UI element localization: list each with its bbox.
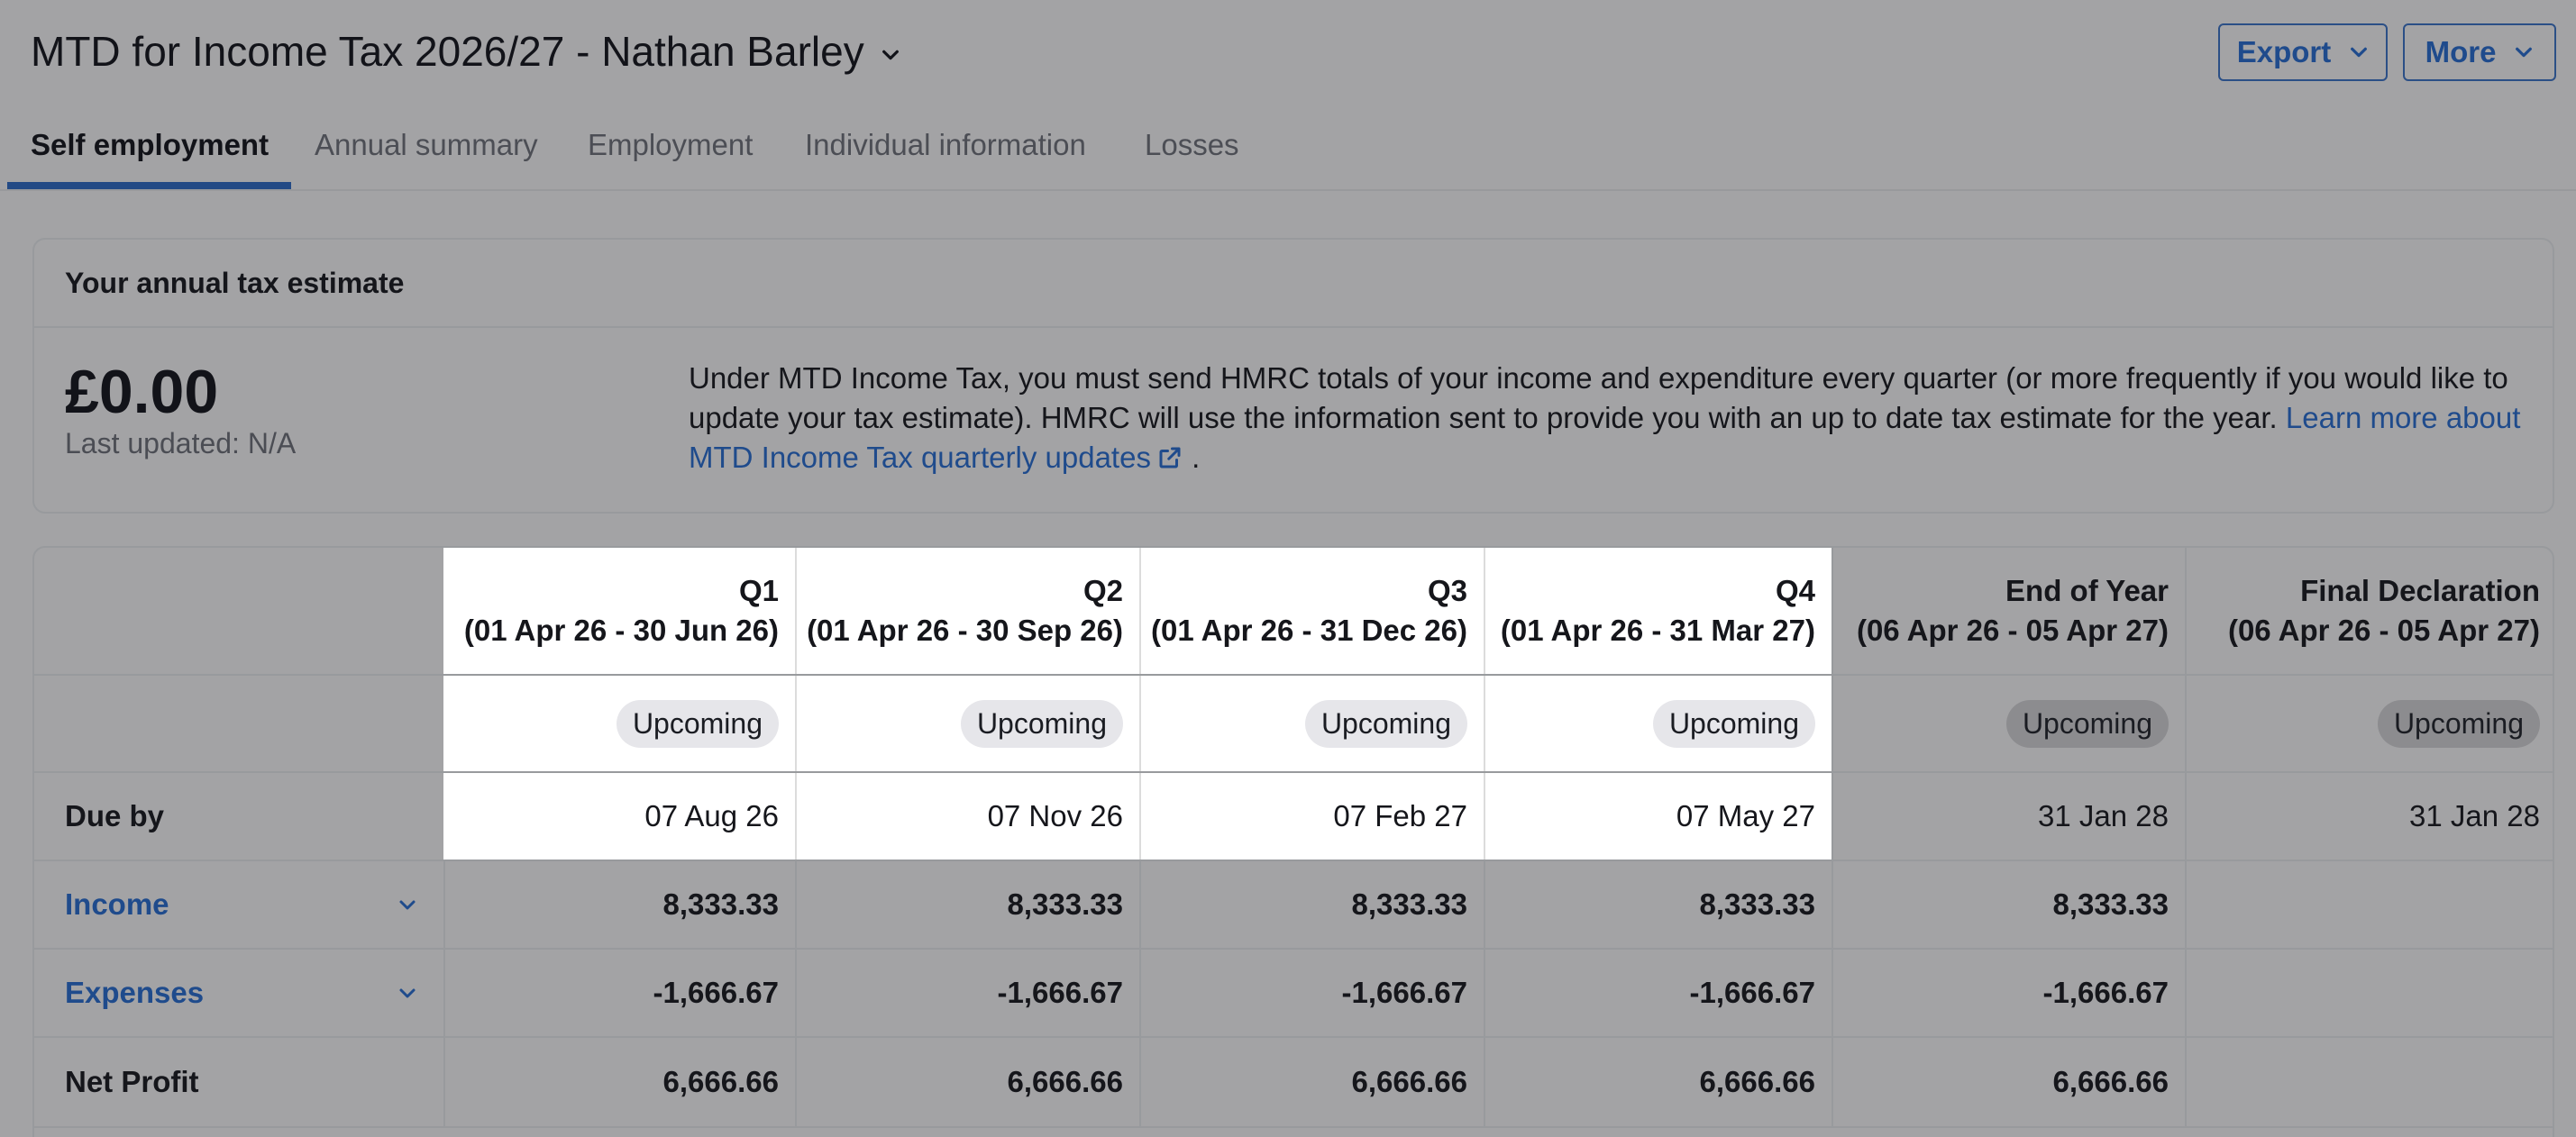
status-cell-q2: Upcoming (795, 676, 1139, 771)
income-row: Income 8,333.33 8,333.33 8,333.33 8,333.… (34, 861, 2553, 950)
export-button-label: Export (2236, 35, 2332, 68)
column-header-q3: Q3 (01 Apr 26 - 31 Dec 26) (1139, 548, 1484, 674)
chevron-down-icon (2351, 47, 2368, 58)
table-header-row: Q1 (01 Apr 26 - 30 Jun 26) Q2 (01 Apr 26… (34, 548, 2553, 676)
page-title[interactable]: MTD for Income Tax 2026/27 - Nathan Barl… (31, 27, 900, 76)
export-button[interactable]: Export (2218, 23, 2388, 81)
tax-estimate-last-updated: Last updated: N/A (65, 427, 297, 459)
net-profit-row: Net Profit 6,666.66 6,666.66 6,666.66 6,… (34, 1038, 2553, 1128)
tab-bar: Self employment Annual summary Employmen… (0, 117, 2576, 191)
tax-estimate-card: Your annual tax estimate £0.00 Last upda… (32, 238, 2554, 514)
net-profit-final-declaration (2185, 1038, 2553, 1126)
net-profit-q4: 6,666.66 (1484, 1038, 1832, 1126)
column-period: (01 Apr 26 - 31 Dec 26) (1151, 614, 1467, 647)
net-profit-end-of-year: 6,666.66 (1832, 1038, 2185, 1126)
income-q2: 8,333.33 (795, 861, 1139, 948)
status-badge: Upcoming (2005, 699, 2169, 748)
status-cell-q4: Upcoming (1484, 676, 1832, 771)
status-cell-q1: Upcoming (443, 676, 795, 771)
column-period: (06 Apr 26 - 05 Apr 27) (1856, 614, 2169, 647)
income-end-of-year: 8,333.33 (1832, 861, 2185, 948)
tax-estimate-description: Under MTD Income Tax, you must send HMRC… (689, 359, 2536, 478)
active-tab-indicator (7, 182, 291, 189)
income-q3: 8,333.33 (1139, 861, 1484, 948)
table-header-empty (34, 548, 443, 674)
tab-annual-summary[interactable]: Annual summary (315, 117, 538, 191)
column-title: Q4 (1775, 574, 1815, 607)
chevron-down-icon (2516, 47, 2533, 58)
column-title: Final Declaration (2300, 574, 2540, 607)
page-title-text: MTD for Income Tax 2026/27 - Nathan Barl… (31, 28, 864, 75)
income-label: Income (65, 887, 169, 921)
due-date-q2: 07 Nov 26 (795, 773, 1139, 860)
status-badge: Upcoming (1652, 699, 1815, 748)
status-row: Upcoming Upcoming Upcoming Upcoming Upco… (34, 676, 2553, 773)
external-link-icon (1159, 447, 1181, 468)
expenses-label: Expenses (65, 976, 205, 1009)
due-by-label: Due by (65, 799, 165, 832)
column-title: End of Year (2005, 574, 2169, 607)
status-row-label (34, 676, 443, 771)
due-date-q3: 07 Feb 27 (1139, 773, 1484, 860)
expenses-q4: -1,666.67 (1484, 950, 1832, 1036)
due-date-q4: 07 May 27 (1484, 773, 1832, 860)
due-date-end-of-year: 31 Jan 28 (1832, 773, 2185, 860)
description-text: Under MTD Income Tax, you must send HMRC… (689, 361, 2508, 434)
column-header-final-declaration: Final Declaration (06 Apr 26 - 05 Apr 27… (2185, 548, 2553, 674)
tax-estimate-heading: Your annual tax estimate (34, 240, 2553, 328)
column-period: (06 Apr 26 - 05 Apr 27) (2227, 614, 2540, 647)
expenses-end-of-year: -1,666.67 (1832, 950, 2185, 1036)
expenses-expand-toggle[interactable]: Expenses (34, 950, 443, 1036)
income-q4: 8,333.33 (1484, 861, 1832, 948)
chevron-down-icon (399, 900, 416, 910)
chevron-down-icon (399, 988, 416, 998)
net-profit-label: Net Profit (65, 1065, 199, 1098)
tab-individual-information[interactable]: Individual information (805, 117, 1086, 191)
tab-self-employment[interactable]: Self employment (31, 117, 269, 191)
column-period: (01 Apr 26 - 31 Mar 27) (1500, 614, 1815, 647)
expenses-q2: -1,666.67 (795, 950, 1139, 1036)
column-header-q2: Q2 (01 Apr 26 - 30 Sep 26) (795, 548, 1139, 674)
column-title: Q3 (1427, 574, 1467, 607)
status-cell-end-of-year: Upcoming (1832, 676, 2185, 771)
more-button-label: More (2425, 35, 2497, 68)
column-header-q1: Q1 (01 Apr 26 - 30 Jun 26) (443, 548, 795, 674)
quarterly-table: Q1 (01 Apr 26 - 30 Jun 26) Q2 (01 Apr 26… (32, 546, 2554, 1137)
column-header-end-of-year: End of Year (06 Apr 26 - 05 Apr 27) (1832, 548, 2185, 674)
expenses-q1: -1,666.67 (443, 950, 795, 1036)
column-header-q4: Q4 (01 Apr 26 - 31 Mar 27) (1484, 548, 1832, 674)
tax-estimate-amount: £0.00 (65, 358, 219, 426)
expenses-final-declaration (2185, 950, 2553, 1036)
more-button[interactable]: More (2403, 23, 2556, 81)
status-badge: Upcoming (960, 699, 1123, 748)
status-cell-final-declaration: Upcoming (2185, 676, 2553, 771)
due-date-q1: 07 Aug 26 (443, 773, 795, 860)
due-by-row: Due by 07 Aug 26 07 Nov 26 07 Feb 27 07 … (34, 773, 2553, 861)
column-period: (01 Apr 26 - 30 Sep 26) (807, 614, 1123, 647)
column-title: Q2 (1082, 574, 1123, 607)
net-profit-q1: 6,666.66 (443, 1038, 795, 1126)
income-expand-toggle[interactable]: Income (34, 861, 443, 948)
net-profit-q2: 6,666.66 (795, 1038, 1139, 1126)
tab-employment[interactable]: Employment (588, 117, 753, 191)
expenses-q3: -1,666.67 (1139, 950, 1484, 1036)
due-date-final-declaration: 31 Jan 28 (2185, 773, 2553, 860)
tab-losses[interactable]: Losses (1145, 117, 1239, 191)
expenses-row: Expenses -1,666.67 -1,666.67 -1,666.67 -… (34, 950, 2553, 1038)
column-period: (01 Apr 26 - 30 Jun 26) (463, 614, 779, 647)
income-q1: 8,333.33 (443, 861, 795, 948)
status-badge: Upcoming (1304, 699, 1467, 748)
income-final-declaration (2185, 861, 2553, 948)
net-profit-q3: 6,666.66 (1139, 1038, 1484, 1126)
description-trailing: . (1192, 441, 1201, 474)
status-cell-q3: Upcoming (1139, 676, 1484, 771)
status-badge: Upcoming (616, 699, 779, 748)
chevron-down-icon (882, 50, 899, 60)
status-badge: Upcoming (2377, 699, 2540, 748)
column-title: Q1 (738, 574, 779, 607)
